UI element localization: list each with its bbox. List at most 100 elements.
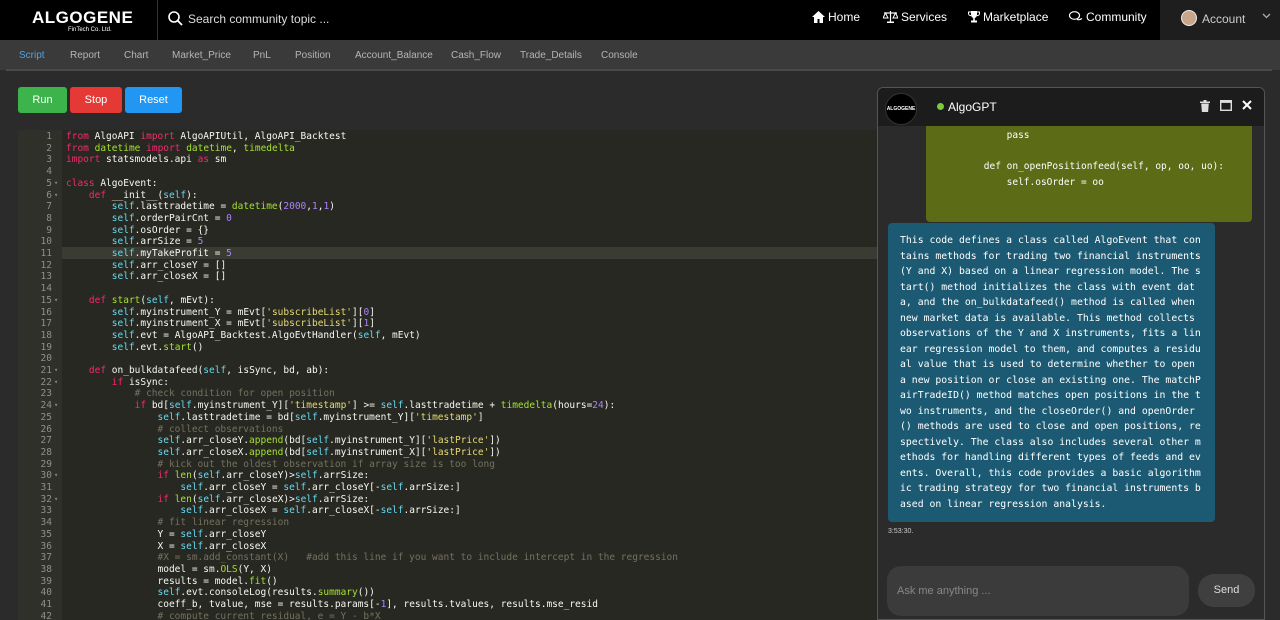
code-line: self.arr_closeY = self.arr_closeY[-self.… [180,482,461,493]
fold-toggle-icon[interactable]: ▾ [54,471,58,479]
code-line: # fit linear regression [157,517,290,529]
code-line: # compute current residual, e = Y - b*X [157,610,381,620]
line-number: 23 [40,388,52,400]
line-number: 39 [40,575,52,587]
chat-logo: ALGOGENE [885,93,917,125]
code-line: def __init__(self): [88,189,198,201]
code-line: coeff_b, tvalue, mse = results.params[-1… [66,599,598,610]
brand-name: ALGOGENE [32,8,134,27]
fold-toggle-icon[interactable]: ▾ [54,191,58,199]
user-message: pass def on_openPositionfeed(self, op, o… [926,126,1252,222]
line-number: 6 [46,189,52,201]
code-line: self.evt.start() [111,341,204,353]
nav-marketplace[interactable]: Marketplace [968,10,1048,24]
tab-cash-flow[interactable]: Cash_Flow [451,50,501,61]
user-code-line: pass [938,130,1030,141]
send-button[interactable]: Send [1198,574,1255,607]
line-number: 26 [40,423,52,435]
nav-community[interactable]: Community [1069,10,1147,24]
tab-market-price[interactable]: Market_Price [172,50,231,61]
chat-messages[interactable]: pass def on_openPositionfeed(self, op, o… [878,126,1264,556]
chat-input[interactable] [887,566,1189,616]
line-number: 4 [46,166,52,178]
code-editor[interactable]: 1 2 3 4 5 ▾ 6 ▾ 7 8 9 10 11 12 13 14 15 ▾ 16 17 18 19 20 21 ▾ 22 ▾… [18,130,878,620]
fold-toggle-icon[interactable]: ▾ [54,495,58,503]
message-timestamp: 3:53:30. [888,528,914,535]
code-line: # collect observations [157,423,284,435]
search-icon [168,11,183,26]
line-number: 41 [40,599,52,610]
nav-marketplace-label: Marketplace [983,10,1049,24]
line-number: 11 [40,248,52,259]
code-line: self.arr_closeX = self.arr_closeX[-self.… [180,505,461,517]
balance-scale-icon [883,11,898,23]
fold-toggle-icon[interactable]: ▾ [54,401,58,409]
tab-pnl[interactable]: PnL [253,50,271,61]
fold-toggle-icon[interactable]: ▾ [54,179,58,187]
line-number: 14 [40,283,52,295]
fold-toggle-icon[interactable]: ▾ [54,296,58,304]
code-line: self.myinstrument_Y = mEvt['subscribeLis… [111,306,375,318]
tab-divider [6,69,1272,71]
tab-script[interactable]: Script [19,50,45,61]
code-line: self.arr_closeX = [] [111,271,227,283]
algogpt-chat-panel: ALGOGENE AlgoGPT pass def on_openPositio… [877,87,1265,620]
stop-button[interactable]: Stop [70,87,122,113]
line-number: 34 [40,517,52,529]
code-line: self.osOrder = {} [111,224,210,236]
line-number: 2 [46,142,52,154]
code-line: def on_bulkdatafeed(self, isSync, bd, ab… [88,365,330,376]
line-number: 29 [40,458,52,470]
line-number: 3 [46,154,52,166]
line-number: 1 [46,131,52,142]
chat-bubbles-icon [1069,11,1083,21]
code-line: self.arr_closeX.append(bd[self.myinstrum… [157,446,501,458]
tab-chart[interactable]: Chart [124,50,148,61]
chat-header: ALGOGENE AlgoGPT [878,88,1264,126]
trash-icon[interactable] [1200,100,1210,112]
line-number: 35 [40,528,52,540]
code-line: X = self.arr_closeX [66,540,267,552]
tab-bar: Script Report Chart Market_Price PnL Pos… [0,40,1280,70]
tab-account-balance[interactable]: Account_Balance [355,50,433,61]
close-icon[interactable] [1242,100,1252,110]
code-line: if len(self.arr_closeX)>self.arrSize: [157,493,370,505]
tab-console[interactable]: Console [601,50,638,61]
avatar [1181,10,1197,26]
search-bar[interactable]: Search community topic ... [168,8,468,32]
line-number: 20 [40,353,52,365]
tab-position[interactable]: Position [295,50,331,61]
tab-trade-details[interactable]: Trade_Details [520,50,582,61]
line-number: 19 [40,341,52,353]
nav-home[interactable]: Home [812,10,860,24]
line-number: 5 [46,177,52,189]
search-placeholder: Search community topic ... [188,12,330,26]
tab-report[interactable]: Report [70,50,100,61]
line-number: 32 [40,493,52,505]
fold-toggle-icon[interactable]: ▾ [54,378,58,386]
code-line: self.arr_closeY.append(bd[self.myinstrum… [157,435,501,447]
assistant-message: This code defines a class called AlgoEve… [888,223,1215,522]
top-navbar: ALGOGENE FinTech Co. Ltd. Search communi… [0,0,1280,40]
nav-community-label: Community [1086,10,1147,24]
account-menu[interactable]: Account [1160,0,1280,40]
code-line: import statsmodels.api as sm [66,154,227,166]
brand-logo[interactable]: ALGOGENE FinTech Co. Ltd. [0,0,158,40]
line-number: 17 [40,318,52,330]
code-line: # check condition for open position [134,388,335,400]
line-number: 38 [40,563,52,575]
line-number: 33 [40,505,52,517]
maximize-icon[interactable] [1220,100,1232,111]
brand-subtitle: FinTech Co. Ltd. [68,27,112,33]
code-line: self.myinstrument_X = mEvt['subscribeLis… [111,318,375,330]
code-line: if len(self.arr_closeY)>self.arrSize: [157,470,370,482]
fold-toggle-icon[interactable]: ▾ [54,366,58,374]
nav-services-label: Services [901,10,948,24]
reset-button[interactable]: Reset [125,87,182,113]
home-icon [812,11,825,23]
run-button[interactable]: Run [18,87,67,113]
code-line: self.arr_closeY = [] [111,259,227,271]
code-line: self.lasttradetime = bd[self.myinstrumen… [157,411,484,423]
line-number: 16 [40,306,52,318]
nav-services[interactable]: Services [883,10,947,24]
